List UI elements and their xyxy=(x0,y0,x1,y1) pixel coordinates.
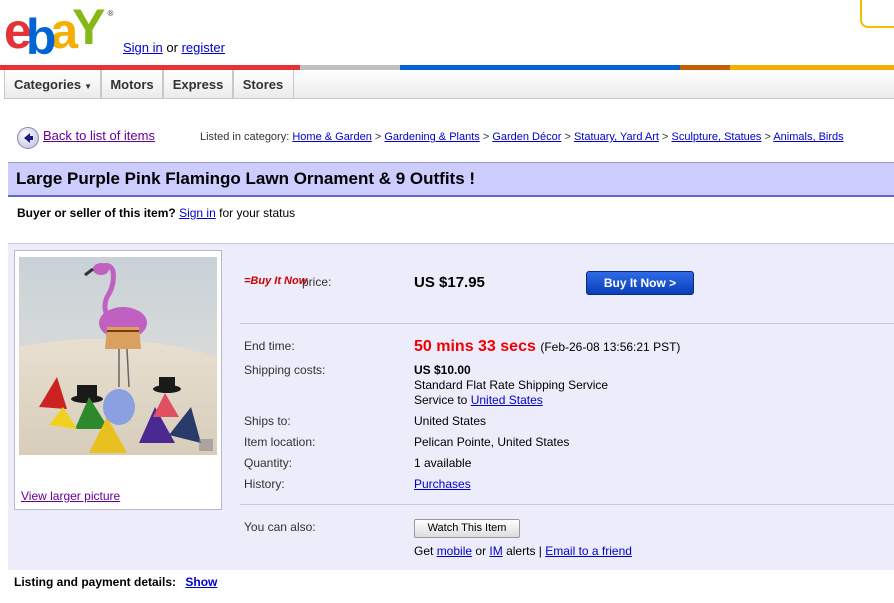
nav-tab-label: Stores xyxy=(242,77,284,92)
im-link[interactable]: IM xyxy=(489,544,502,558)
mobile-link[interactable]: mobile xyxy=(437,544,472,558)
alerts-or: or xyxy=(475,544,487,558)
buy-it-now-logo: =Buy It Now xyxy=(244,275,308,287)
listing-details-line: Listing and payment details: Show xyxy=(14,575,217,589)
alerts-line: Get mobile or IM alerts | Email to a fri… xyxy=(414,544,632,558)
item-title: Large Purple Pink Flamingo Lawn Ornament… xyxy=(16,169,476,188)
signin-link[interactable]: Sign in xyxy=(123,40,163,55)
quantity-label: Quantity: xyxy=(244,456,293,470)
registered-mark-icon: ® xyxy=(107,9,114,18)
shipping-service: Standard Flat Rate Shipping Service xyxy=(414,378,609,392)
nav-tab-label: Express xyxy=(172,77,224,92)
logo-letter-a: a xyxy=(50,3,78,59)
nav-tab-categories[interactable]: Categories ▼ xyxy=(4,70,102,98)
back-arrow-icon[interactable] xyxy=(17,127,39,149)
nav-tab-express[interactable]: Express xyxy=(162,70,234,98)
breadcrumb-item[interactable]: Home & Garden xyxy=(292,131,371,143)
nav-bar: Categories ▼ Motors Express Stores xyxy=(4,70,894,99)
chevron-down-icon: ▼ xyxy=(84,82,93,91)
breadcrumb-item[interactable]: Garden Décor xyxy=(492,131,561,143)
listing-show-link[interactable]: Show xyxy=(185,575,217,589)
divider xyxy=(240,323,894,324)
watch-item-button[interactable]: Watch This Item xyxy=(414,519,520,538)
nav-tab-motors[interactable]: Motors xyxy=(100,70,164,98)
end-date: (Feb-26-08 13:56:21 PST) xyxy=(540,340,681,354)
service-to: Service to United States xyxy=(414,393,543,407)
service-to-prefix: Service to xyxy=(414,393,468,407)
search-box-corner[interactable] xyxy=(860,0,894,28)
buyer-status-line: Buyer or seller of this item? Sign in fo… xyxy=(17,206,295,220)
item-photo[interactable] xyxy=(19,257,217,455)
item-price: US $17.95 xyxy=(414,274,485,291)
logo-letter-e: e xyxy=(4,3,32,59)
history-label: History: xyxy=(244,477,285,491)
buyer-suffix: for your status xyxy=(219,206,296,220)
buyer-signin-link[interactable]: Sign in xyxy=(179,206,216,220)
history-purchases-link[interactable]: Purchases xyxy=(414,477,471,491)
breadcrumb-item[interactable]: Animals, Birds xyxy=(773,131,843,143)
breadcrumb-item[interactable]: Statuary, Yard Art xyxy=(574,131,659,143)
breadcrumb-item[interactable]: Sculpture, Statues xyxy=(672,131,762,143)
register-link[interactable]: register xyxy=(182,40,225,55)
nav-tab-stores[interactable]: Stores xyxy=(232,70,294,98)
item-location-value: Pelican Pointe, United States xyxy=(414,435,570,449)
ships-to-label: Ships to: xyxy=(244,414,291,428)
time-remaining: 50 mins 33 secs xyxy=(414,338,536,355)
nav-tab-label: Motors xyxy=(110,77,154,92)
alerts-text: alerts | xyxy=(506,544,542,558)
end-time-value: 50 mins 33 secs (Feb-26-08 13:56:21 PST) xyxy=(414,338,680,356)
title-bar: Large Purple Pink Flamingo Lawn Ornament… xyxy=(8,162,894,197)
breadcrumb-item[interactable]: Gardening & Plants xyxy=(384,131,479,143)
you-can-also-label: You can also: xyxy=(244,520,316,534)
item-picture-frame: View larger picture xyxy=(14,250,222,510)
breadcrumb: Listed in category: Home & Garden > Gard… xyxy=(200,131,844,143)
nav-tab-label: Categories xyxy=(13,77,82,92)
divider xyxy=(240,504,894,505)
quantity-value: 1 available xyxy=(414,456,472,470)
service-to-link[interactable]: United States xyxy=(471,393,543,407)
item-location-label: Item location: xyxy=(244,435,316,449)
shipping-cost: US $10.00 xyxy=(414,363,471,377)
buyer-prompt: Buyer or seller of this item? xyxy=(17,206,176,220)
buy-it-now-button[interactable]: Buy It Now > xyxy=(586,271,694,295)
shipping-costs-label: Shipping costs: xyxy=(244,363,326,377)
back-to-list-link[interactable]: Back to list of items xyxy=(43,128,155,143)
ships-to-value: United States xyxy=(414,414,487,428)
ebay-logo[interactable]: ebaY ® xyxy=(4,2,114,62)
price-label: price: xyxy=(302,275,332,289)
signin-or-text: or xyxy=(166,40,178,55)
email-friend-link[interactable]: Email to a friend xyxy=(545,544,632,558)
breadcrumb-prefix: Listed in category: xyxy=(200,131,290,143)
end-time-label: End time: xyxy=(244,339,295,353)
listing-label: Listing and payment details: xyxy=(14,575,177,589)
view-larger-picture-link[interactable]: View larger picture xyxy=(21,489,120,503)
signin-bar: Sign in or register xyxy=(123,40,225,55)
get-prefix: Get xyxy=(414,544,434,558)
logo-letter-b: b xyxy=(25,9,56,65)
logo-letter-y: Y xyxy=(72,0,105,55)
